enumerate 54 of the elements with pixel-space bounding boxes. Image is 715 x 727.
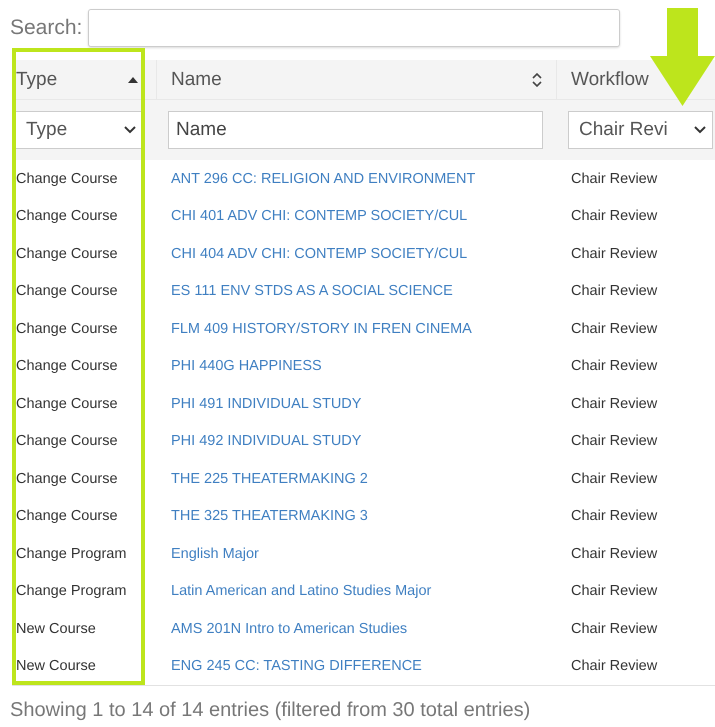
- down-arrow-icon: [650, 8, 715, 106]
- sort-ascending-icon[interactable]: [128, 76, 138, 82]
- table-cell-text: Change Course: [15, 394, 119, 414]
- name-link[interactable]: ENG 245 CC: TASTING DIFFERENCE: [157, 648, 557, 685]
- table-cell-text: Change Program: [15, 544, 128, 564]
- table-cell-text: Change Course: [15, 357, 119, 376]
- table-cell-text: Change Course: [15, 432, 119, 452]
- table-cell-text: Change Course: [15, 320, 119, 339]
- table-cell-text: Chair Review: [570, 282, 658, 302]
- name-link[interactable]: FLM 409 HISTORY/STORY IN FREN CINEMA: [157, 310, 557, 348]
- name-link[interactable]: AMS 201N Intro to American Studies: [157, 610, 557, 648]
- table-cell-text: Chair Review: [570, 582, 658, 602]
- table-cell-text: New Course: [15, 657, 97, 676]
- name-link[interactable]: CHI 404 ADV CHI: CONTEMP SOCIETY/CUL: [157, 235, 557, 272]
- sort-icon[interactable]: [532, 72, 542, 86]
- table-cell-text: Chair Review: [570, 432, 658, 452]
- name-link[interactable]: THE 225 THEATERMAKING 2: [157, 460, 557, 498]
- table-cell-text: Chair Review: [570, 394, 658, 414]
- name-link[interactable]: THE 325 THEATERMAKING 3: [157, 498, 557, 535]
- table-cell-text: Change Program: [15, 582, 128, 602]
- table-cell-text: Chair Review: [570, 544, 658, 564]
- table-cell-text: Change Course: [15, 244, 119, 264]
- name-link[interactable]: Latin American and Latino Studies Major: [157, 572, 557, 610]
- table-cell-text: Chair Review: [570, 620, 658, 639]
- name-link[interactable]: PHI 492 INDIVIDUAL STUDY: [157, 422, 557, 460]
- chevron-down-icon: [124, 126, 136, 134]
- name-link[interactable]: CHI 401 ADV CHI: CONTEMP SOCIETY/CUL: [157, 198, 557, 235]
- table-cell-text: Chair Review: [570, 320, 658, 339]
- column-header[interactable]: Name: [157, 60, 557, 100]
- filter-field[interactable]: Name: [168, 111, 543, 149]
- table-cell-text: New Course: [15, 620, 97, 639]
- name-link[interactable]: PHI 440G HAPPINESS: [157, 348, 557, 385]
- name-link[interactable]: ES 111 ENV STDS AS A SOCIAL SCIENCE: [157, 272, 557, 310]
- table-cell-text: Chair Review: [570, 244, 658, 264]
- table-cell-text: Chair Review: [570, 207, 658, 226]
- table-cell-text: Change Course: [15, 170, 119, 189]
- search-field[interactable]: [88, 9, 620, 47]
- chevron-down-icon: [694, 126, 706, 134]
- table-cell-text: Chair Review: [570, 657, 658, 676]
- name-link[interactable]: English Major: [157, 535, 557, 572]
- table-cell-text: Chair Review: [570, 170, 658, 189]
- table-cell-text: Change Course: [15, 207, 119, 226]
- name-link[interactable]: ANT 296 CC: RELIGION AND ENVIRONMENT: [157, 160, 557, 198]
- table-cell-text: Chair Review: [570, 470, 658, 489]
- entries-summary: Showing 1 to 14 of 14 entries (filtered from 30 total entries): [9, 698, 532, 722]
- search-label: Search:: [10, 16, 82, 40]
- filter-dropdown[interactable]: Chair Revi: [568, 111, 713, 149]
- name-link[interactable]: PHI 491 INDIVIDUAL STUDY: [157, 385, 557, 422]
- table-cell-text: Chair Review: [570, 507, 658, 526]
- table-cell-text: Change Course: [15, 507, 119, 526]
- filter-dropdown[interactable]: Type: [15, 111, 143, 149]
- table-cell-text: Change Course: [15, 282, 119, 302]
- table-cell-text: Change Course: [15, 470, 119, 489]
- table-cell-text: Chair Review: [570, 357, 658, 376]
